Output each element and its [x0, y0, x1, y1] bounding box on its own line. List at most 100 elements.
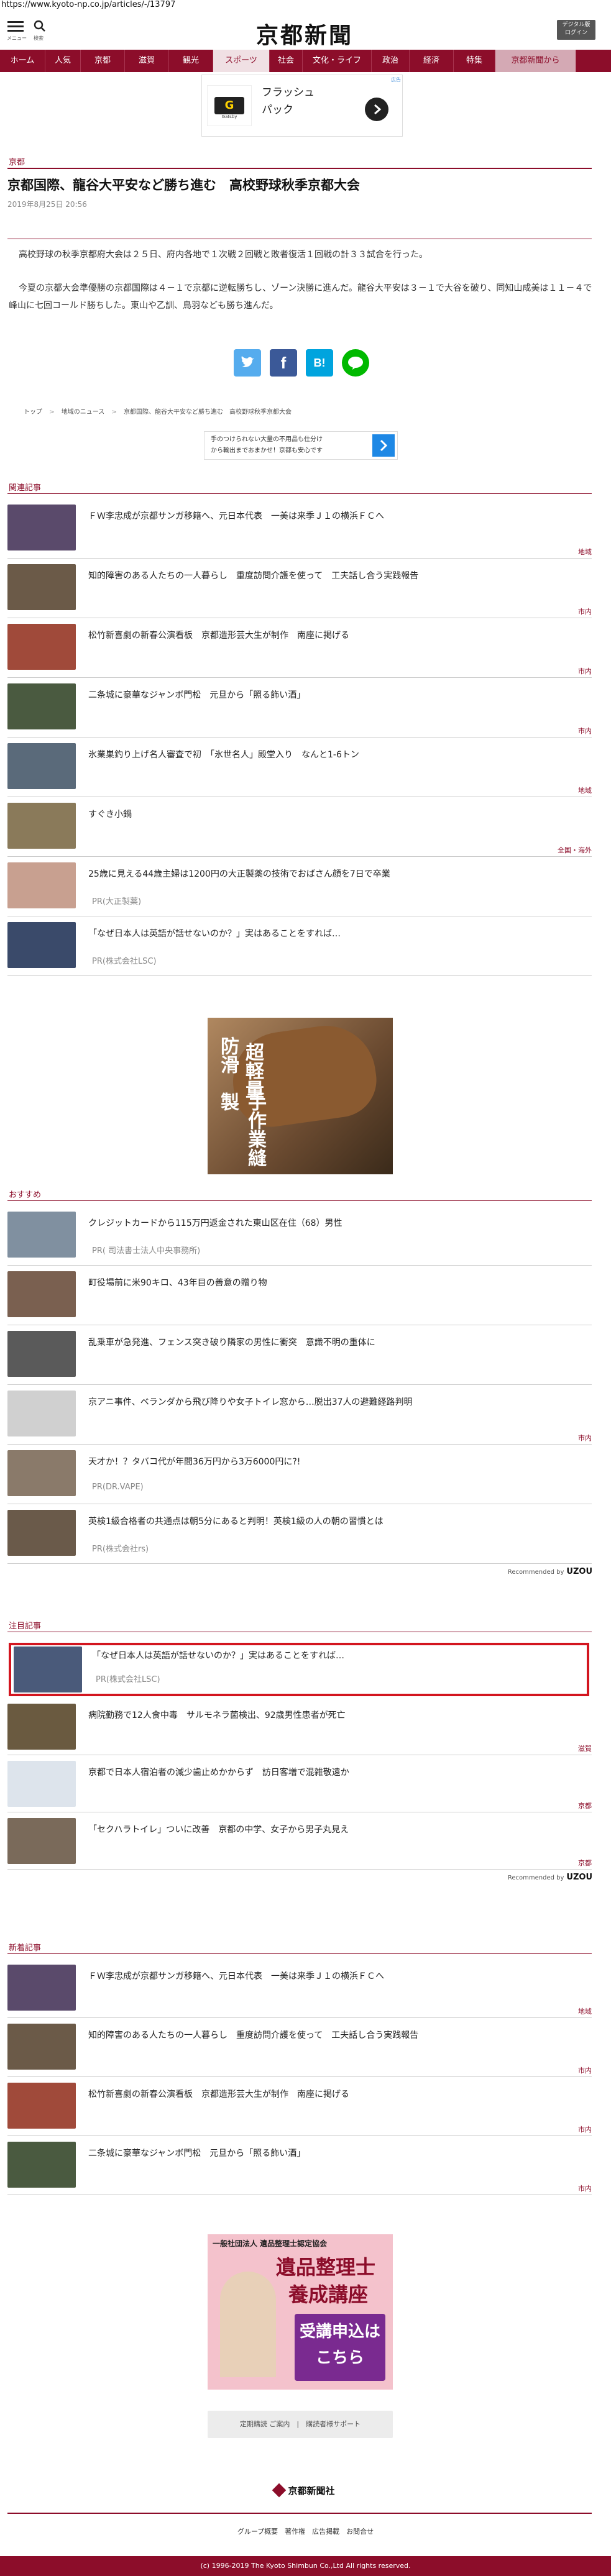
- nav-item[interactable]: 経済: [410, 50, 454, 72]
- thumbnail: [7, 1331, 76, 1377]
- shoe-ad-text-2: 超軽量: [242, 1043, 264, 1098]
- nav-item[interactable]: スポーツ: [213, 50, 270, 72]
- menu-icon[interactable]: [7, 21, 24, 32]
- nav-item[interactable]: 特集: [454, 50, 495, 72]
- digital-login-label: デジタル版 ログイン: [562, 22, 590, 36]
- item-title[interactable]: 「セクハラトイレ」ついに改善 京都の中学、女子から男子丸見え: [88, 1823, 586, 1835]
- item-title[interactable]: 知的障害のある人たちの一人暮らし 重度訪問介護を使って 工夫話し合う実践報告: [88, 569, 586, 582]
- chevron-right-icon[interactable]: [372, 434, 395, 457]
- bottom-ad-text-1: 一般社団法人 遺品整理士認定協会: [213, 2239, 328, 2248]
- nav-item[interactable]: 観光: [169, 50, 213, 72]
- nav-item[interactable]: ホーム: [0, 50, 45, 72]
- search-icon[interactable]: [34, 20, 45, 32]
- nav-item[interactable]: 滋賀: [125, 50, 169, 72]
- bottom-ad-banner[interactable]: 一般社団法人 遺品整理士認定協会 遺品整理士 養成講座 受講申込は こちら: [208, 2234, 393, 2390]
- section-heading: おすすめ: [9, 1190, 42, 1200]
- list-item[interactable]: 知的障害のある人たちの一人暮らし 重度訪問介護を使って 工夫話し合う実践報告 市内: [7, 560, 592, 616]
- nav-item[interactable]: 京都新聞から: [495, 50, 576, 72]
- list-item[interactable]: 病院勤務で12人食中毒 サルモネラ菌検出、92歳男性患者が死亡 滋賀: [7, 1700, 592, 1753]
- shoe-ad-banner[interactable]: 防滑 超軽量 手作業縫製: [208, 1018, 393, 1174]
- person-image: [220, 2272, 276, 2377]
- list-item[interactable]: 京都で日本人宿泊者の減少歯止めかからず 訪日客増で混雑敬遠か 京都: [7, 1757, 592, 1811]
- item-title[interactable]: 氷業巣釣り上げ名人審査で初 「氷世名人」殿堂入り なんと1-6トン: [88, 748, 586, 760]
- item-title[interactable]: 「なぜ日本人は英語が話せないのか？」実はあることをすれば…: [88, 927, 586, 939]
- shoe-ad-text-1: 防滑: [217, 1036, 239, 1074]
- item-title[interactable]: 「なぜ日本人は英語が話せないのか？」実はあることをすれば…: [92, 1649, 589, 1661]
- item-title[interactable]: すぐき小鍋: [88, 808, 586, 820]
- nav-item[interactable]: 政治: [372, 50, 410, 72]
- list-item[interactable]: 「なぜ日本人は英語が話せないのか？」実はあることをすれば… PR(株式会社LSC): [9, 1643, 589, 1696]
- item-title[interactable]: 町役場前に米90キロ、43年目の善意の贈り物: [88, 1276, 586, 1289]
- footer-logo[interactable]: 京都新聞社: [261, 2483, 348, 2498]
- digital-login-button[interactable]: デジタル版 ログイン: [557, 20, 595, 40]
- item-title[interactable]: 乱乗車が急発進、フェンス突き破り隣家の男性に衝突 意識不明の重体に: [88, 1336, 586, 1348]
- bottom-ad-cta[interactable]: 受講申込は こちら: [295, 2314, 385, 2381]
- item-title[interactable]: ＦＷ李忠成が京都サンガ移籍へ、元日本代表 一美は来季Ｊ１の横浜ＦＣへ: [88, 1970, 586, 1982]
- breadcrumb-item[interactable]: 地域のニュース: [62, 409, 105, 416]
- item-title[interactable]: 松竹新喜劇の新春公演看板 京都造形芸大生が制作 南座に掲げる: [88, 629, 586, 641]
- item-title[interactable]: 京アニ事件、ベランダから飛び降りや女子トイレ窓から…脱出37人の避難経路判明: [88, 1395, 586, 1408]
- nav-item[interactable]: 京都: [81, 50, 125, 72]
- item-title[interactable]: 京都で日本人宿泊者の減少歯止めかからず 訪日客増で混雑敬遠か: [88, 1766, 586, 1778]
- hatena-share-button[interactable]: B!: [306, 349, 333, 377]
- item-title[interactable]: クレジットカードから115万円返金された東山区在住（68）男性: [88, 1217, 586, 1229]
- item-title[interactable]: 25歳に見える44歳主婦は1200円の大正製薬の技術でおばさん顔を7日で卒業: [88, 867, 586, 880]
- list-item[interactable]: 松竹新喜劇の新春公演看板 京都造形芸大生が制作 南座に掲げる 市内: [7, 620, 592, 676]
- recommended-by[interactable]: Recommended by UZOU: [508, 1873, 592, 1882]
- list-item[interactable]: 天才か！？タバコ代が年間36万円から3万6000円に?! PR(DR.VAPE): [7, 1446, 592, 1502]
- list-item[interactable]: 「セクハラトイレ」ついに改善 京都の中学、女子から男子丸見え 京都: [7, 1814, 592, 1868]
- recommended-by[interactable]: Recommended by UZOU: [508, 1567, 592, 1576]
- thumbnail: [7, 1965, 76, 2011]
- subscription-button[interactable]: 定期購読 ご案内 | 購読者様サポート: [208, 2411, 393, 2438]
- ad-product-image: G Gatsby: [207, 85, 252, 126]
- list-item[interactable]: 乱乗車が急発進、フェンス突き破り隣家の男性に衝突 意識不明の重体に: [7, 1327, 592, 1383]
- thumbnail: [7, 505, 76, 550]
- bottom-ad-text-3: 養成講座: [288, 2283, 369, 2306]
- breadcrumb-item[interactable]: トップ: [24, 409, 42, 416]
- nav-item[interactable]: 社会: [270, 50, 303, 72]
- mid-ad-banner[interactable]: 手のつけられない大量の不用品も仕分け から輸出までおまかせ！京都も安心です: [204, 431, 398, 460]
- item-title[interactable]: 知的障害のある人たちの一人暮らし 重度訪問介護を使って 工夫話し合う実践報告: [88, 2029, 586, 2041]
- list-item[interactable]: 町役場前に米90キロ、43年目の善意の贈り物: [7, 1267, 592, 1323]
- nav-item[interactable]: 文化・ライフ: [303, 50, 372, 72]
- item-title[interactable]: 病院勤務で12人食中毒 サルモネラ菌検出、92歳男性患者が死亡: [88, 1709, 586, 1721]
- facebook-share-button[interactable]: f: [270, 349, 297, 377]
- item-title[interactable]: ＦＷ李忠成が京都サンガ移籍へ、元日本代表 一美は来季Ｊ１の横浜ＦＣへ: [88, 509, 586, 522]
- item-category: 市内: [578, 2067, 592, 2075]
- line-share-button[interactable]: [342, 349, 369, 377]
- list-item[interactable]: 京アニ事件、ベランダから飛び降りや女子トイレ窓から…脱出37人の避難経路判明 市内: [7, 1387, 592, 1443]
- thumbnail: [7, 1212, 76, 1258]
- list-item[interactable]: ＦＷ李忠成が京都サンガ移籍へ、元日本代表 一美は来季Ｊ１の横浜ＦＣへ 地域: [7, 1961, 592, 2016]
- list-item[interactable]: 氷業巣釣り上げ名人審査で初 「氷世名人」殿堂入り なんと1-6トン 地域: [7, 739, 592, 795]
- item-divider: [7, 1384, 592, 1385]
- list-item[interactable]: 知的障害のある人たちの一人暮らし 重度訪問介護を使って 工夫話し合う実践報告市内: [7, 2020, 592, 2075]
- item-title[interactable]: 二条城に豪華なジャンボ門松 元旦から「照る飾い酒」: [88, 2147, 586, 2159]
- twitter-share-button[interactable]: [234, 349, 261, 377]
- article-section: 京都: [9, 158, 25, 167]
- item-title[interactable]: 松竹新喜劇の新春公演看板 京都造形芸大生が制作 南座に掲げる: [88, 2088, 586, 2100]
- section-heading: 注目記事: [9, 1622, 42, 1631]
- item-divider: [7, 737, 592, 738]
- item-category: 地域: [578, 548, 592, 556]
- thumbnail: [7, 1510, 76, 1556]
- section-divider: [7, 1200, 592, 1201]
- nav-item[interactable]: 人気: [45, 50, 81, 72]
- site-logo[interactable]: 京都新聞: [242, 17, 367, 50]
- list-item[interactable]: すぐき小鍋 全国・海外: [7, 799, 592, 855]
- top-ad-banner[interactable]: G Gatsby フラッシュ パック 広告: [201, 75, 403, 137]
- list-item[interactable]: 英検1級合格者の共通点は朝5分にあると判明！英検1級の人の朝の習慣とは PR(株式…: [7, 1506, 592, 1562]
- list-item[interactable]: クレジットカードから115万円返金された東山区在住（68）男性 PR( 司法書士法…: [7, 1208, 592, 1264]
- list-item[interactable]: 二条城に豪華なジャンボ門松 元旦から「照る飾い酒」 市内: [7, 680, 592, 736]
- ad-arrow-icon[interactable]: [365, 98, 388, 121]
- item-title[interactable]: 英検1級合格者の共通点は朝5分にあると判明！英検1級の人の朝の習慣とは: [88, 1515, 586, 1527]
- list-item[interactable]: 25歳に見える44歳主婦は1200円の大正製薬の技術でおばさん顔を7日で卒業 PR…: [7, 859, 592, 915]
- list-item[interactable]: 二条城に豪華なジャンボ門松 元旦から「照る飾い酒」市内: [7, 2138, 592, 2193]
- list-item[interactable]: ＦＷ李忠成が京都サンガ移籍へ、元日本代表 一美は来季Ｊ１の横浜ＦＣへ地域: [7, 501, 592, 557]
- list-item[interactable]: 松竹新喜劇の新春公演看板 京都造形芸大生が制作 南座に掲げる 市内: [7, 2079, 592, 2134]
- item-category: PR(大正製薬): [92, 897, 142, 907]
- item-title[interactable]: 天才か！？タバコ代が年間36万円から3万6000円に?!: [88, 1455, 586, 1468]
- item-category: 市内: [578, 2185, 592, 2193]
- list-item[interactable]: 「なぜ日本人は英語が話せないのか？」実はあることをすれば… PR(株式会社LSC): [7, 918, 592, 974]
- footer-links[interactable]: グループ概要 著作権 広告掲載 お問合せ: [0, 2526, 611, 2536]
- item-title[interactable]: 二条城に豪華なジャンボ門松 元旦から「照る飾い酒」: [88, 688, 586, 701]
